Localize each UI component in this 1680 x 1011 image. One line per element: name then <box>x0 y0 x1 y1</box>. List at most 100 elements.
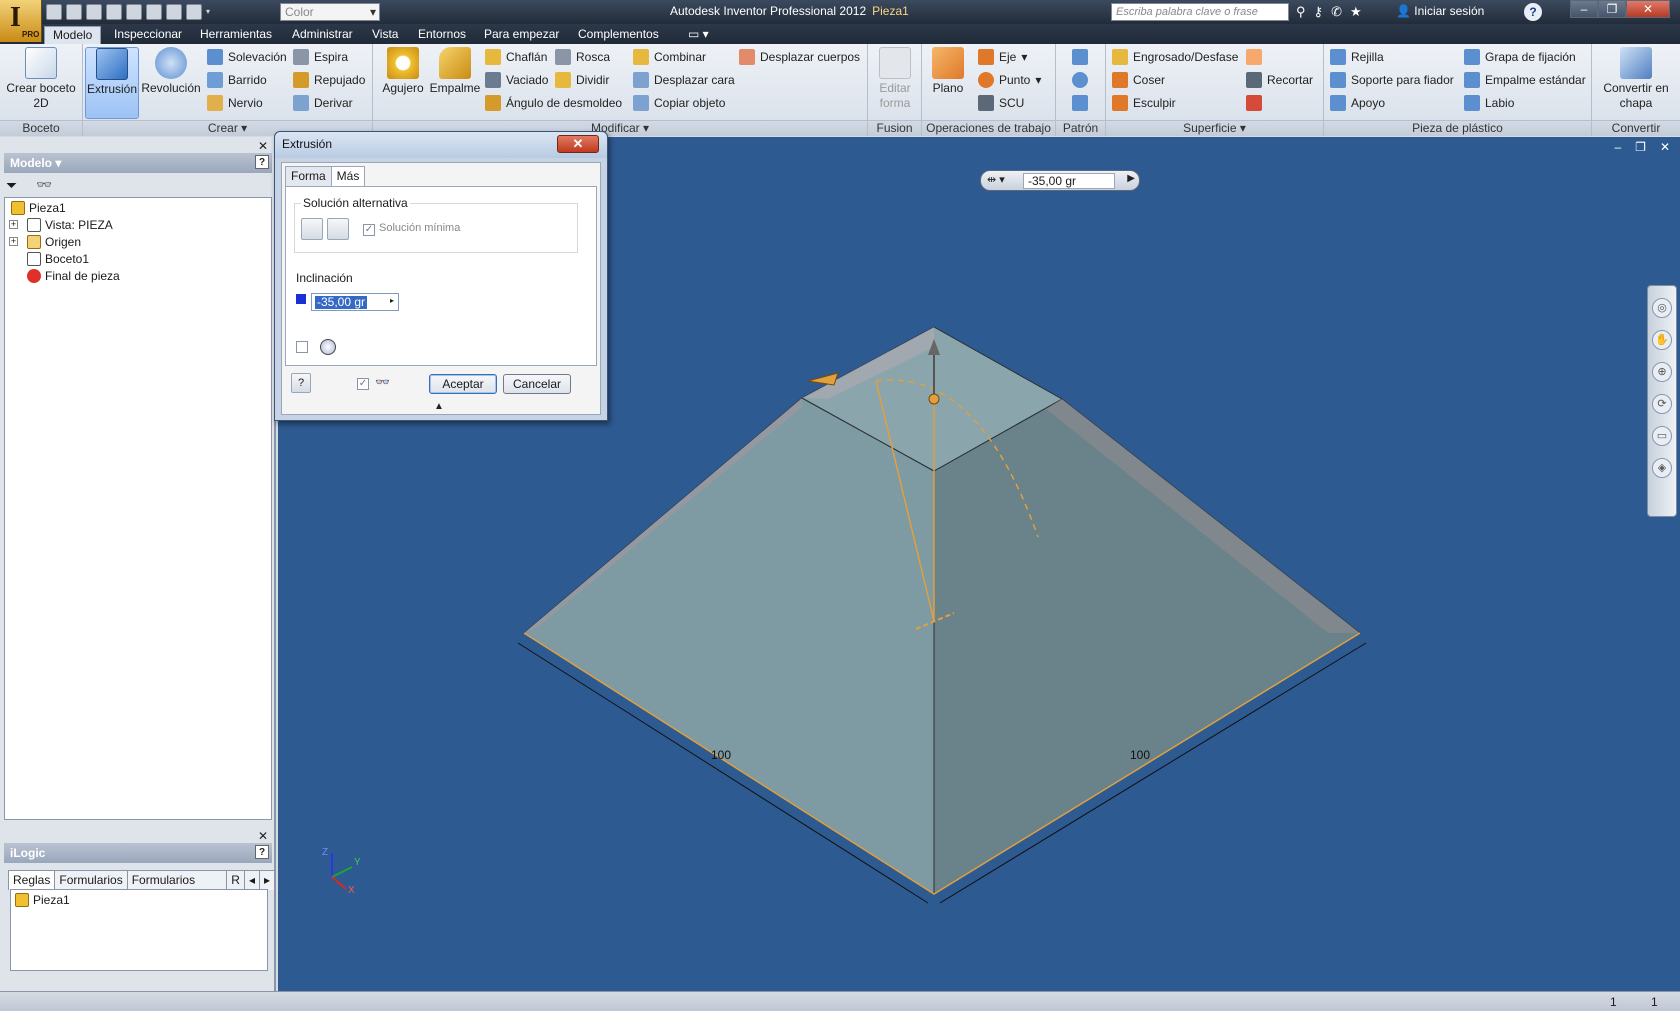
patch-button[interactable] <box>1246 47 1262 67</box>
emboss-button[interactable]: Repujado <box>293 70 365 90</box>
save-icon[interactable] <box>86 4 102 20</box>
tree-item-part[interactable]: Pieza1 <box>11 200 66 216</box>
tab-formularios-globales[interactable]: Formularios globales <box>126 870 228 901</box>
tab-inspeccionar[interactable]: Inspeccionar <box>106 26 190 44</box>
list-item[interactable]: Pieza1 <box>15 892 70 908</box>
dialog-close-button[interactable]: ✕ <box>557 135 599 153</box>
maximize-button[interactable]: ❐ <box>1598 0 1626 18</box>
sculpt-button[interactable]: Esculpir <box>1112 93 1176 113</box>
scroll-left-icon[interactable]: ◂ <box>243 870 260 890</box>
help-icon[interactable]: ? <box>255 845 269 859</box>
boss-button[interactable]: Grapa de fijación <box>1464 47 1576 67</box>
infer-icon[interactable] <box>320 339 336 355</box>
min-solution-checkbox[interactable]: ✓ <box>363 224 375 236</box>
rest-button[interactable]: Apoyo <box>1330 93 1385 113</box>
snap-fit-button[interactable]: Soporte para fiador <box>1330 70 1454 90</box>
combine-button[interactable]: Combinar <box>633 47 706 67</box>
chamfer-button[interactable]: Chaflán <box>485 47 547 67</box>
select-icon[interactable] <box>186 4 202 20</box>
tree-item-origin[interactable]: Origen <box>27 234 81 250</box>
direction-dropdown-icon[interactable]: ⇹ ▾ <box>987 173 1017 188</box>
delete-face-button[interactable] <box>1246 93 1262 113</box>
dimension-right[interactable]: 100 <box>1130 748 1150 762</box>
circ-pattern-button[interactable] <box>1072 70 1088 90</box>
plane-button[interactable]: Plano <box>928 47 968 96</box>
star-icon[interactable]: ★ <box>1350 4 1362 20</box>
binoculars-icon[interactable]: ⚲ <box>1296 4 1306 20</box>
mirror-button[interactable] <box>1072 93 1088 113</box>
chevron-down-icon[interactable]: ▾ <box>206 4 214 20</box>
fillet-button[interactable]: Empalme <box>427 47 483 96</box>
open-file-icon[interactable] <box>66 4 82 20</box>
loft-button[interactable]: Solevación <box>207 47 287 67</box>
hole-button[interactable]: Agujero <box>379 47 427 96</box>
minimize-button[interactable]: – <box>1570 0 1598 18</box>
sweep-button[interactable]: Barrido <box>207 70 267 90</box>
trim-button[interactable]: Recortar <box>1246 70 1313 90</box>
help-button[interactable]: ? <box>1524 3 1542 21</box>
signin-button[interactable]: 👤 Iniciar sesión <box>1396 4 1484 18</box>
shell-button[interactable]: Vaciado <box>485 70 548 90</box>
alt-solution-prev-button[interactable] <box>301 218 323 240</box>
pan-icon[interactable]: ✋ <box>1652 330 1672 350</box>
tree-item-view[interactable]: Vista: PIEZA <box>27 217 113 233</box>
grill-button[interactable]: Rejilla <box>1330 47 1384 67</box>
ribbon-options-icon[interactable]: ▭ ▾ <box>680 26 717 44</box>
tab-herramientas[interactable]: Herramientas <box>192 26 280 44</box>
create-sketch-button[interactable]: Crear boceto 2D <box>6 47 76 111</box>
tab-forma[interactable]: Forma <box>285 166 332 186</box>
color-dropdown[interactable]: Color <box>280 3 380 21</box>
filter-icon[interactable]: ⏷ <box>6 177 17 194</box>
tab-entornos[interactable]: Entornos <box>410 26 474 44</box>
lip-button[interactable]: Labio <box>1464 93 1514 113</box>
axis-button[interactable]: Eje ▾ <box>978 47 1027 67</box>
tab-mas[interactable]: Más <box>330 166 366 187</box>
move-bodies-button[interactable]: Desplazar cuerpos <box>739 47 860 67</box>
rib-button[interactable]: Nervio <box>207 93 263 113</box>
undo-icon[interactable] <box>106 4 122 20</box>
coil-button[interactable]: Espira <box>293 47 348 67</box>
thread-button[interactable]: Rosca <box>555 47 610 67</box>
rule-fillet-button[interactable]: Empalme estándar <box>1464 70 1586 90</box>
draft-button[interactable]: Ángulo de desmoldeo <box>485 93 622 113</box>
view-face-icon[interactable]: ▭ <box>1652 426 1672 446</box>
minitool-arrow-icon[interactable]: ▶ <box>1127 173 1135 184</box>
help-icon[interactable]: ? <box>291 373 311 393</box>
tab-formularios[interactable]: Formularios <box>54 870 128 890</box>
look-at-icon[interactable]: ◈ <box>1652 458 1672 478</box>
revolution-button[interactable]: Revolución <box>141 47 201 96</box>
tree-item-end-of-part[interactable]: Final de pieza <box>27 268 120 284</box>
orbit-icon[interactable]: ⟳ <box>1652 394 1672 414</box>
stitch-button[interactable]: Coser <box>1112 70 1165 90</box>
tab-r[interactable]: R <box>226 870 245 890</box>
tab-complementos[interactable]: Complementos <box>570 26 667 44</box>
taper-arrow-icon[interactable]: ▸ <box>390 296 394 305</box>
alt-solution-next-button[interactable] <box>327 218 349 240</box>
search-input[interactable]: Escriba palabra clave o frase <box>1111 3 1289 21</box>
taper-handle[interactable] <box>807 372 839 386</box>
minimize-icon[interactable]: – <box>1614 140 1621 154</box>
tree-item-sketch[interactable]: Boceto1 <box>27 251 89 267</box>
tab-vista[interactable]: Vista <box>364 26 406 44</box>
preview-checkbox[interactable]: ✓ <box>357 378 369 390</box>
help-icon[interactable]: ? <box>255 155 269 169</box>
group-label-superficie[interactable]: Superficie ▾ <box>1106 120 1323 136</box>
tab-reglas[interactable]: Reglas <box>8 870 56 890</box>
application-menu-button[interactable]: I PRO <box>0 0 42 42</box>
move-face-button[interactable]: Desplazar cara <box>633 70 735 90</box>
tab-administrar[interactable]: Administrar <box>284 26 361 44</box>
derive-button[interactable]: Derivar <box>293 93 353 113</box>
copy-object-button[interactable]: Copiar objeto <box>633 93 725 113</box>
accept-button[interactable]: Aceptar <box>429 374 497 394</box>
scroll-right-icon[interactable]: ▸ <box>258 870 275 890</box>
new-file-icon[interactable] <box>46 4 62 20</box>
restore-icon[interactable]: ❐ <box>1635 140 1646 154</box>
convert-sheetmetal-button[interactable]: Convertir en chapa <box>1596 47 1676 111</box>
close-icon[interactable]: ✕ <box>258 139 268 153</box>
close-icon[interactable]: ✕ <box>1660 140 1670 154</box>
rect-pattern-button[interactable] <box>1072 47 1088 67</box>
satellite-icon[interactable]: ✆ <box>1331 4 1342 20</box>
expand-icon[interactable]: + <box>9 237 18 246</box>
ucs-button[interactable]: SCU <box>978 93 1024 113</box>
cancel-button[interactable]: Cancelar <box>503 374 571 394</box>
